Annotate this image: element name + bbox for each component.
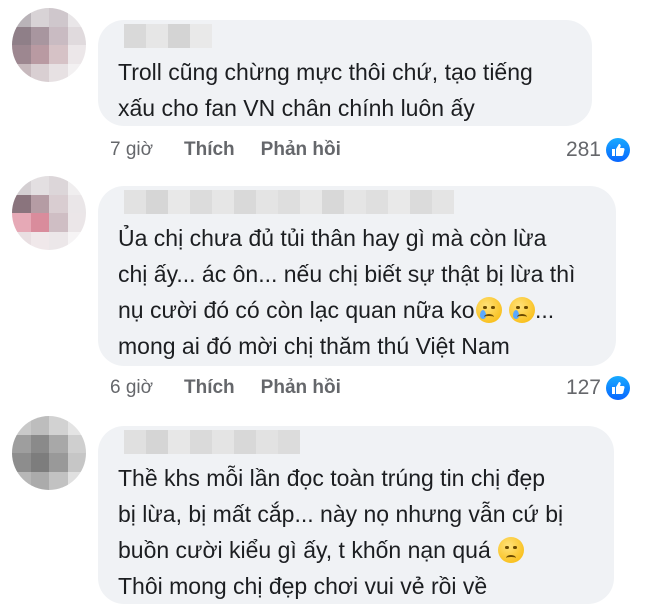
comment-bubble: Troll cũng chừng mực thôi chứ, tạo tiếng… bbox=[98, 20, 592, 126]
author-name-blurred[interactable] bbox=[124, 430, 594, 454]
comment-text-suffix: ... bbox=[534, 297, 555, 323]
comment-text-line: xấu cho fan VN chân chính luôn ấy bbox=[118, 95, 475, 121]
reaction-summary[interactable]: 127 bbox=[566, 374, 630, 402]
like-icon bbox=[606, 138, 630, 162]
comment-time[interactable]: 6 giờ bbox=[110, 374, 184, 402]
comment-text-line: Troll cũng chừng mực thôi chứ, tạo tiếng bbox=[118, 59, 533, 85]
avatar[interactable] bbox=[12, 416, 86, 490]
comment-text: buồn cười kiểu gì ấy, t khốn nạn quá bbox=[118, 537, 491, 563]
comment-text-line: chị ấy... ác ôn... nếu chị biết sự thật … bbox=[118, 261, 576, 287]
comment-text-line: bị lừa, bị mất cắp... này nọ nhưng vẫn c… bbox=[118, 501, 564, 527]
disappointed-face-icon bbox=[498, 537, 525, 563]
crying-face-icon bbox=[508, 297, 535, 323]
comment-meta: 6 giờ Thích Phản hồi bbox=[110, 374, 367, 402]
author-name-blurred[interactable] bbox=[124, 24, 572, 48]
reaction-count: 127 bbox=[565, 376, 601, 399]
comment-text-line: Thề khs mỗi lần đọc toàn trúng tin chị đ… bbox=[118, 465, 546, 491]
avatar[interactable] bbox=[12, 8, 86, 82]
comment-text-line: mong ai đó mời chị thăm thú Việt Nam bbox=[118, 333, 510, 359]
comment-text-line: Ủa chị chưa đủ tủi thân hay gì mà còn lừ… bbox=[118, 225, 547, 251]
like-button[interactable]: Thích bbox=[184, 374, 235, 402]
comment-bubble: Ủa chị chưa đủ tủi thân hay gì mà còn lừ… bbox=[98, 186, 616, 366]
comment-bubble: Thề khs mỗi lần đọc toàn trúng tin chị đ… bbox=[98, 426, 614, 604]
reaction-summary[interactable]: 281 bbox=[566, 136, 630, 164]
comment-meta: 7 giờ Thích Phản hồi bbox=[110, 136, 367, 164]
comment-text-line: nụ cười đó có còn lạc quan nữa ko ... bbox=[118, 292, 596, 328]
comment-text: nụ cười đó có còn lạc quan nữa ko bbox=[118, 297, 475, 323]
avatar[interactable] bbox=[12, 176, 86, 250]
like-icon bbox=[606, 376, 630, 400]
reply-button[interactable]: Phản hồi bbox=[261, 374, 341, 402]
crying-face-icon bbox=[475, 297, 502, 323]
reply-button[interactable]: Phản hồi bbox=[261, 136, 341, 164]
comment-text-line: buồn cười kiểu gì ấy, t khốn nạn quá bbox=[118, 532, 594, 568]
comment-time[interactable]: 7 giờ bbox=[110, 136, 184, 164]
reaction-count: 281 bbox=[565, 138, 601, 161]
author-name-blurred[interactable] bbox=[124, 190, 596, 214]
like-button[interactable]: Thích bbox=[184, 136, 235, 164]
comment-text-line: Thôi mong chị đẹp chơi vui vẻ rồi về bbox=[118, 573, 488, 599]
